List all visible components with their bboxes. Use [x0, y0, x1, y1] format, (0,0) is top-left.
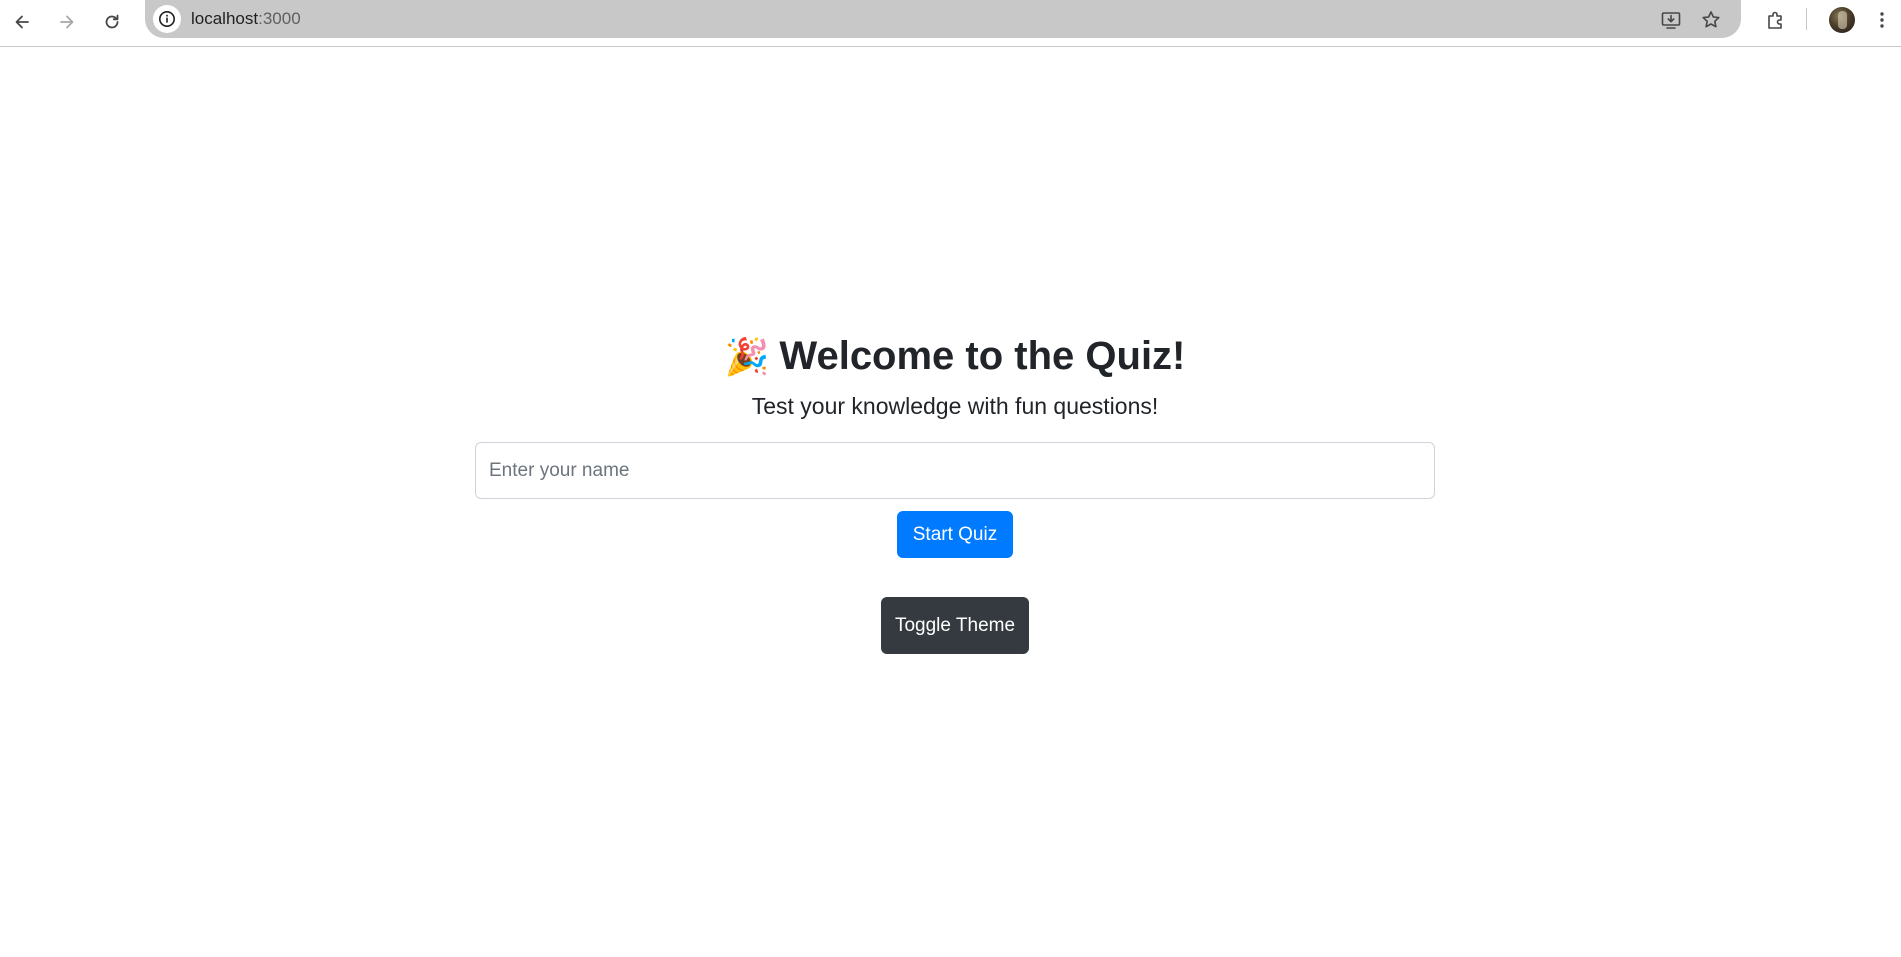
arrow-right-icon	[60, 15, 74, 29]
url-port: :3000	[258, 9, 301, 28]
bookmark-button[interactable]	[1695, 4, 1727, 36]
name-input[interactable]	[475, 442, 1435, 499]
arrow-left-icon	[15, 15, 29, 29]
site-info-button[interactable]	[153, 5, 181, 33]
url-host: localhost	[191, 9, 259, 28]
star-icon	[1702, 11, 1720, 28]
avatar	[1829, 7, 1855, 33]
install-app-button[interactable]	[1655, 4, 1687, 36]
start-quiz-button[interactable]: Start Quiz	[896, 511, 1014, 558]
theme-button-row: Toggle Theme	[475, 558, 1435, 654]
url-text[interactable]: localhost:3000	[191, 0, 301, 38]
page-subtitle: Test your knowledge with fun questions!	[751, 393, 1159, 419]
title-text: Welcome to the Quiz!	[779, 334, 1186, 378]
browser-menu-button[interactable]	[1870, 4, 1894, 36]
extensions-button[interactable]	[1760, 4, 1792, 36]
forward-button[interactable]	[49, 4, 85, 40]
reload-icon	[105, 14, 119, 29]
kebab-menu-icon	[1880, 12, 1884, 28]
page-title: 🎉 Welcome to the Quiz!	[475, 332, 1435, 380]
start-button-row: Start Quiz	[475, 499, 1435, 558]
address-bar[interactable]: localhost:3000	[145, 0, 1741, 38]
page-content: 🎉 Welcome to the Quiz! Test your knowledg…	[0, 47, 1901, 957]
profile-button[interactable]	[1826, 4, 1858, 36]
party-popper-icon: 🎉	[724, 336, 770, 377]
reload-button[interactable]	[94, 4, 130, 40]
puzzle-icon	[1768, 11, 1782, 29]
install-app-icon	[1661, 12, 1681, 29]
toolbar-divider	[1806, 8, 1807, 30]
quiz-welcome-container: 🎉 Welcome to the Quiz! Test your knowledg…	[475, 332, 1435, 654]
browser-toolbar: localhost:3000	[0, 0, 1901, 47]
toggle-theme-button[interactable]: Toggle Theme	[880, 597, 1030, 654]
back-button[interactable]	[4, 4, 40, 40]
info-icon	[159, 11, 175, 27]
